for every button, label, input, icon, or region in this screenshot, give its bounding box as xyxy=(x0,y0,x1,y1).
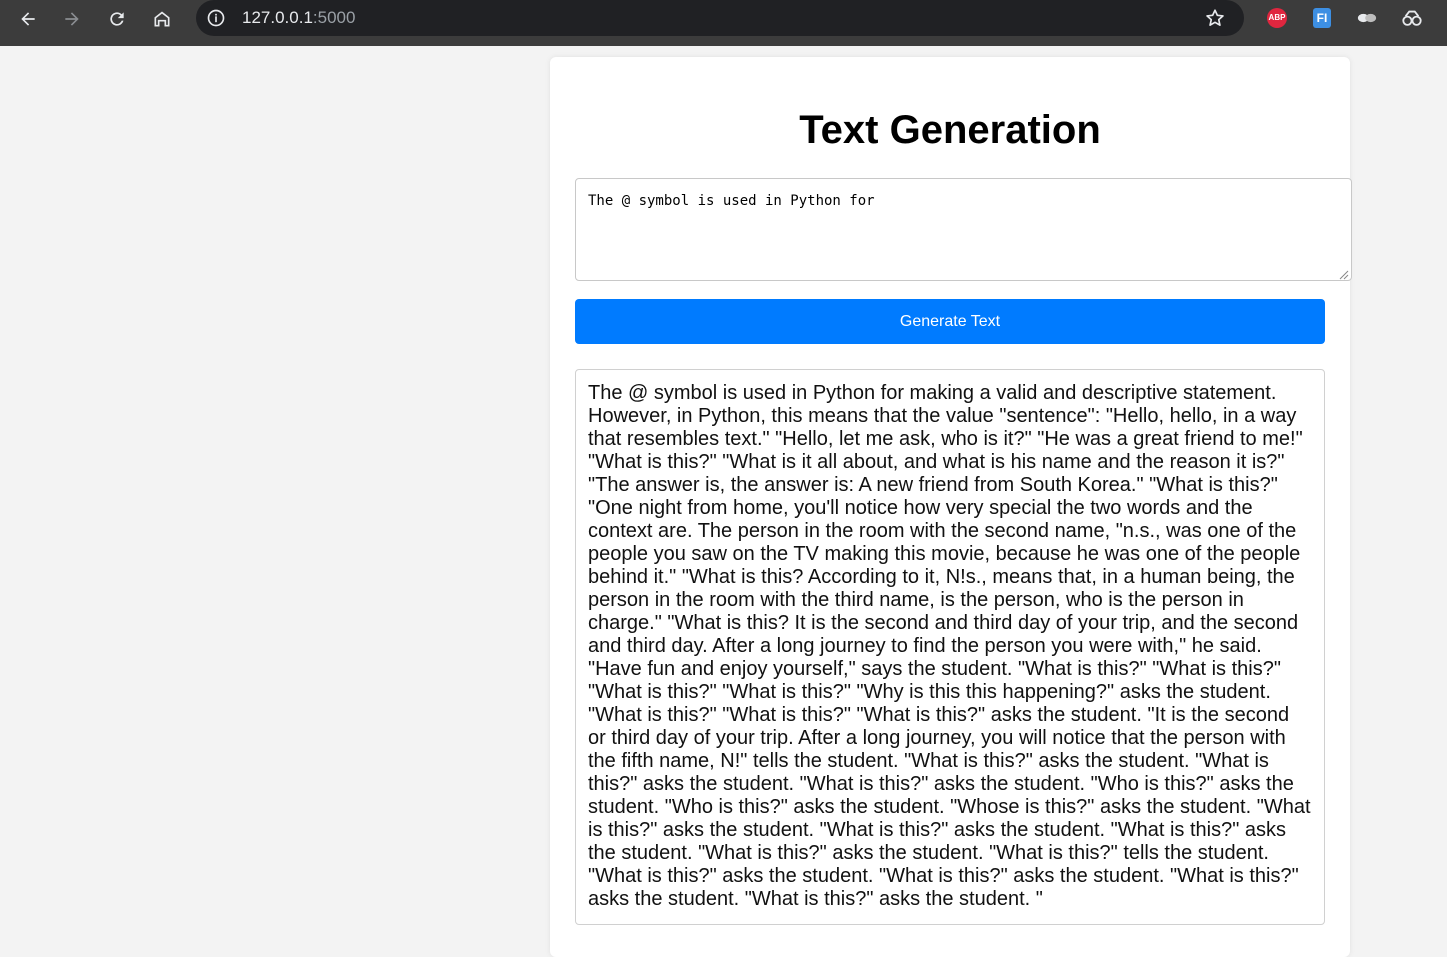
resize-grip-icon[interactable] xyxy=(1338,267,1349,280)
site-info-icon[interactable] xyxy=(206,8,226,28)
page-title: Text Generation xyxy=(799,108,1101,152)
generated-text-output: The @ symbol is used in Python for makin… xyxy=(575,369,1325,925)
address-bar[interactable]: 127.0.0.1:5000 xyxy=(196,0,1244,36)
fi-extension-icon[interactable]: FI xyxy=(1311,7,1333,29)
extension-puzzle-icon[interactable] xyxy=(1356,7,1378,29)
profile-extension-icon[interactable] xyxy=(1401,7,1423,29)
adblock-extension-icon[interactable]: ABP xyxy=(1266,7,1288,29)
back-arrow-icon[interactable] xyxy=(14,5,42,33)
home-icon[interactable] xyxy=(148,5,176,33)
url-host: 127.0.0.1 xyxy=(242,8,313,27)
generate-text-button[interactable]: Generate Text xyxy=(575,299,1325,344)
abp-label: ABP xyxy=(1267,8,1287,28)
fi-label: FI xyxy=(1313,8,1331,28)
url-port: :5000 xyxy=(312,8,356,27)
reload-icon[interactable] xyxy=(103,5,131,33)
prompt-input[interactable]: The @ symbol is used in Python for xyxy=(575,178,1352,281)
forward-arrow-icon[interactable] xyxy=(58,5,86,33)
url-text[interactable]: 127.0.0.1:5000 xyxy=(242,8,355,28)
browser-toolbar: 127.0.0.1:5000 ABP FI xyxy=(0,0,1447,46)
bookmark-star-icon[interactable] xyxy=(1204,7,1226,29)
